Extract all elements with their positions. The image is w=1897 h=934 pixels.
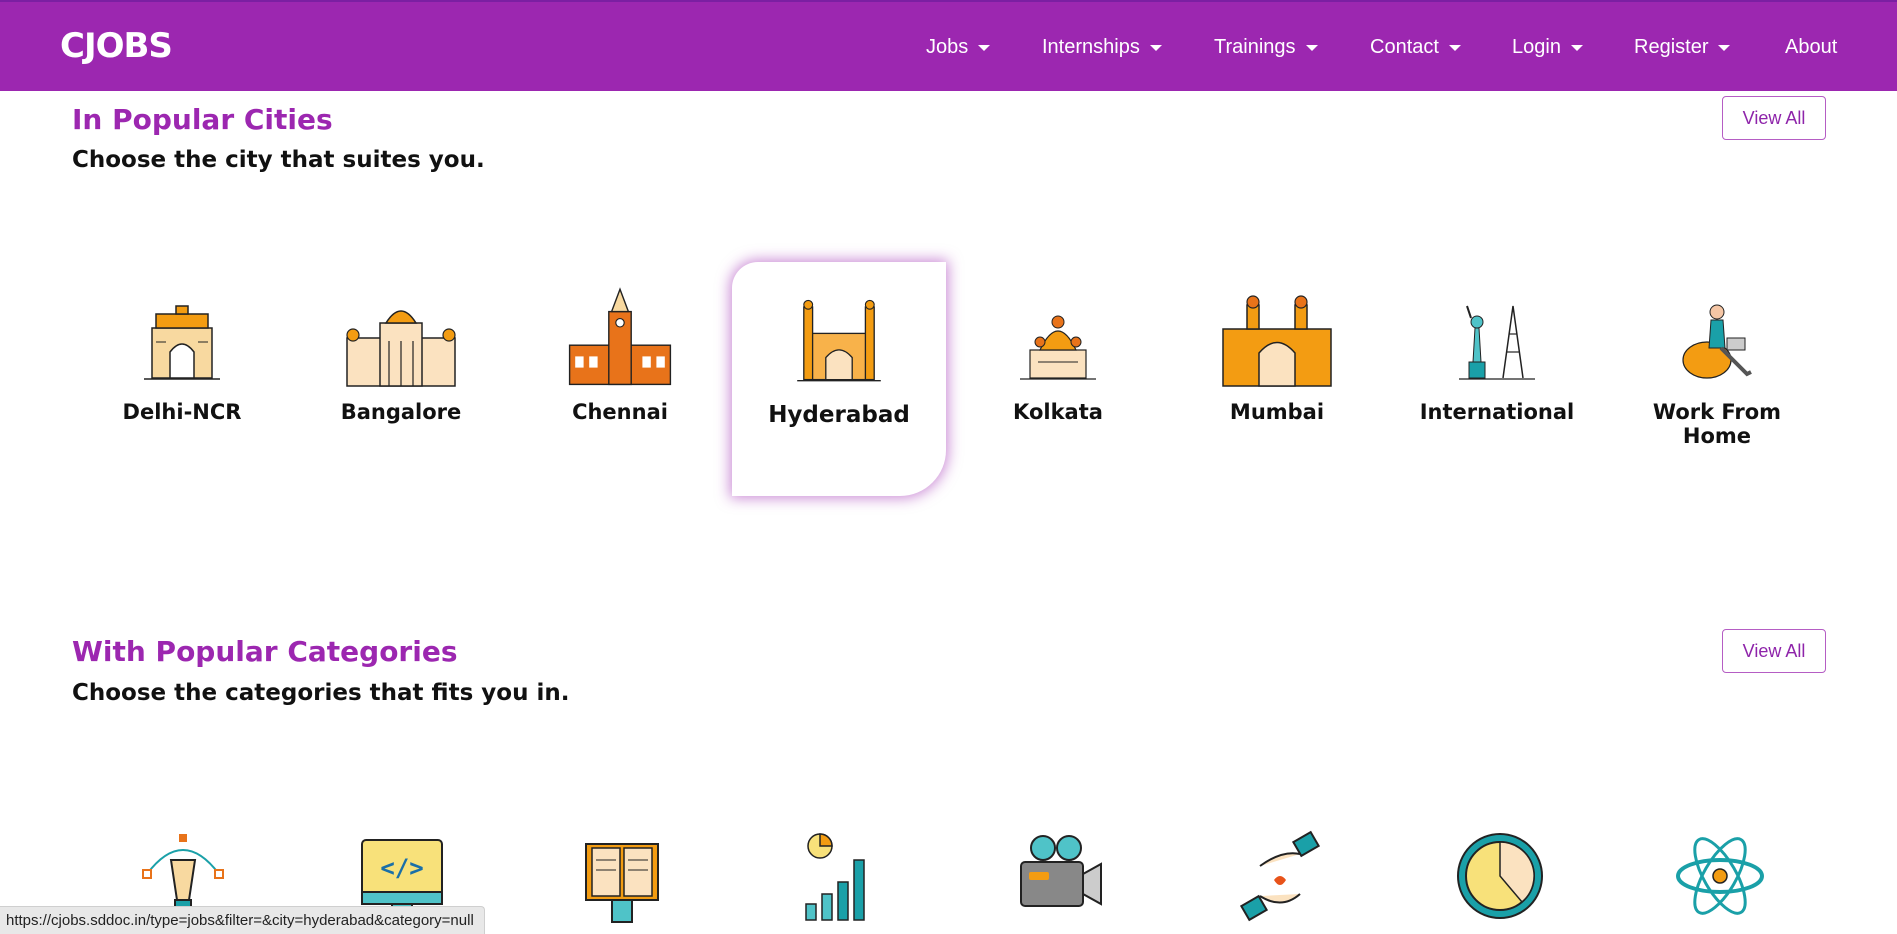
clock-icon — [1457, 833, 1543, 919]
atom-icon — [1676, 837, 1764, 915]
cities-section-title: In Popular Cities — [72, 103, 333, 136]
categories-view-all-button[interactable]: View All — [1722, 629, 1826, 673]
nav-about-label: About — [1785, 36, 1838, 58]
nav-login[interactable]: Login — [1512, 36, 1583, 59]
cities-view-all-button[interactable]: View All — [1722, 96, 1826, 140]
nav-register[interactable]: Register — [1634, 36, 1731, 59]
nav-jobs-label: Jobs — [926, 36, 969, 58]
nav-about[interactable]: About — [1785, 36, 1837, 59]
analytics-chart-icon — [805, 833, 865, 921]
caret-down-icon — [1305, 44, 1318, 51]
city-card-delhi[interactable]: Delhi-NCR — [82, 262, 282, 492]
city-label-delhi: Delhi-NCR — [122, 400, 242, 424]
gateway-of-india-icon — [1222, 295, 1332, 387]
city-card-chennai[interactable]: Chennai — [520, 262, 720, 492]
nav-login-label: Login — [1512, 36, 1561, 58]
city-label-international: International — [1419, 400, 1575, 424]
link-preview-status-bar: https://cjobs.sddoc.in/type=jobs&filter=… — [0, 906, 485, 934]
category-science[interactable] — [1670, 830, 1770, 930]
dakshineswar-temple-icon — [1020, 315, 1096, 380]
category-analytics[interactable] — [792, 830, 892, 930]
vidhana-soudha-icon — [346, 310, 456, 387]
nav-contact[interactable]: Contact — [1370, 36, 1461, 59]
city-label-work-from-home: Work From Home — [1652, 400, 1782, 448]
city-card-bangalore[interactable]: Bangalore — [301, 262, 501, 492]
cities-section-subtitle: Choose the city that suites you. — [72, 147, 485, 173]
city-card-mumbai[interactable]: Mumbai — [1177, 262, 1377, 492]
city-card-kolkata[interactable]: Kolkata — [958, 262, 1158, 492]
caret-down-icon — [1149, 44, 1162, 51]
person-laptop-beanbag-icon — [1682, 304, 1752, 379]
india-gate-icon — [144, 305, 220, 380]
helping-hands-heart-icon — [1239, 830, 1321, 922]
city-label-bangalore: Bangalore — [340, 400, 462, 424]
categories-section-title: With Popular Categories — [72, 635, 458, 668]
city-card-hyderabad[interactable]: Hyderabad — [732, 262, 946, 496]
nav-trainings[interactable]: Trainings — [1214, 36, 1318, 59]
city-label-hyderabad: Hyderabad — [768, 402, 910, 428]
city-label-chennai: Chennai — [572, 400, 668, 424]
nav-internships[interactable]: Internships — [1042, 36, 1162, 59]
nav-trainings-label: Trainings — [1214, 36, 1296, 58]
chennai-central-icon — [568, 287, 672, 386]
nav-register-label: Register — [1634, 36, 1709, 58]
top-navbar: CJOBS Jobs Internships Trainings Contact… — [0, 0, 1897, 91]
city-card-international[interactable]: International — [1397, 262, 1597, 492]
caret-down-icon — [1448, 44, 1461, 51]
city-card-work-from-home[interactable]: Work From Home — [1617, 262, 1817, 492]
category-time[interactable] — [1450, 830, 1550, 930]
video-camera-icon — [1020, 835, 1102, 907]
charminar-icon — [797, 299, 881, 382]
city-label-mumbai: Mumbai — [1229, 400, 1325, 424]
nav-jobs[interactable]: Jobs — [926, 36, 991, 59]
categories-section-subtitle: Choose the categories that fits you in. — [72, 680, 570, 706]
city-label-kolkata: Kolkata — [1013, 400, 1103, 424]
liberty-eiffel-icon — [1459, 305, 1535, 380]
category-social[interactable] — [1230, 830, 1330, 930]
brand-logo[interactable]: CJOBS — [60, 26, 173, 66]
nav-contact-label: Contact — [1370, 36, 1439, 58]
book-icon — [585, 843, 659, 923]
caret-down-icon — [1570, 44, 1583, 51]
caret-down-icon — [1718, 44, 1731, 51]
svg-text:</>: </> — [380, 854, 423, 882]
category-education[interactable] — [572, 830, 672, 930]
category-media[interactable] — [1011, 830, 1111, 930]
caret-down-icon — [978, 44, 991, 51]
nav-internships-label: Internships — [1042, 36, 1140, 58]
